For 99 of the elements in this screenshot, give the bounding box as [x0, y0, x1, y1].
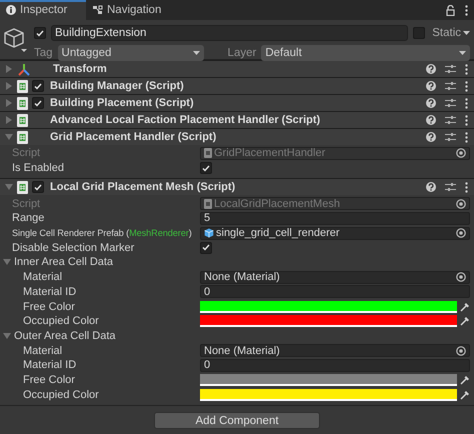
property-label: Material	[22, 271, 64, 284]
caret-icon	[463, 30, 470, 36]
object-picker-icon[interactable]	[456, 228, 466, 238]
number-field[interactable]: 0	[200, 285, 470, 298]
help-icon[interactable]	[426, 63, 436, 75]
static-dropdown[interactable]: Static	[432, 25, 470, 41]
component-title: Grid Placement Handler (Script)	[50, 131, 218, 143]
component-header[interactable]: Building Manager (Script)	[0, 78, 474, 94]
tag-label: Tag	[34, 47, 53, 59]
lock-icon[interactable]	[446, 4, 455, 16]
component-header[interactable]: Building Placement (Script)	[0, 95, 474, 111]
property-label: Occupied Color	[22, 388, 100, 401]
caret-icon	[192, 50, 200, 56]
help-icon[interactable]	[426, 181, 436, 194]
info-icon	[6, 5, 16, 15]
object-picker-icon	[456, 148, 466, 158]
component-header[interactable]: Advanced Local Faction Placement Handler (Script)	[0, 112, 474, 128]
help-icon[interactable]	[426, 80, 436, 92]
presets-icon[interactable]	[445, 80, 456, 92]
help-icon[interactable]	[426, 97, 436, 109]
property-label: Material ID	[22, 359, 78, 372]
number-field[interactable]: 5	[200, 212, 470, 225]
prefab-cube-icon	[204, 228, 214, 238]
more-options-icon[interactable]	[465, 114, 468, 126]
component-title: Building Placement (Script)	[50, 97, 195, 109]
object-field[interactable]: None (Material)	[200, 270, 470, 284]
name-field[interactable]: BuildingExtension	[51, 25, 408, 41]
color-swatch[interactable]	[200, 315, 457, 328]
add-component-button[interactable]: Add Component	[154, 412, 320, 429]
more-options-icon[interactable]	[465, 181, 468, 194]
color-swatch[interactable]	[200, 300, 457, 313]
more-options-icon[interactable]	[465, 4, 468, 16]
property-label: Material ID	[22, 286, 78, 298]
property-label: Script	[11, 198, 42, 210]
script-icon	[17, 80, 28, 92]
object-picker-icon	[456, 198, 466, 209]
static-checkbox[interactable]	[413, 27, 426, 39]
eyedropper-icon[interactable]	[460, 302, 470, 312]
caret-icon	[459, 50, 466, 56]
toggle-checkbox[interactable]	[200, 162, 212, 174]
eyedropper-icon[interactable]	[460, 390, 470, 400]
script-file-icon	[204, 148, 212, 158]
more-options-icon[interactable]	[465, 63, 468, 75]
foldout-header[interactable]: Outer Area Cell Data	[0, 328, 122, 343]
eyedropper-icon[interactable]	[460, 316, 470, 326]
foldout-header[interactable]: Inner Area Cell Data	[0, 255, 120, 270]
presets-icon[interactable]	[445, 131, 456, 143]
help-icon[interactable]	[426, 131, 436, 143]
script-icon	[17, 96, 28, 110]
presets-icon[interactable]	[445, 181, 456, 194]
number-field[interactable]: 0	[200, 358, 470, 372]
property-label: Is Enabled	[11, 162, 65, 174]
color-swatch[interactable]	[200, 374, 457, 386]
property-label: Free Color	[22, 374, 76, 386]
property-label: Material	[22, 344, 64, 357]
presets-icon[interactable]	[445, 97, 456, 109]
script-field: LocalGridPlacementMesh	[200, 197, 470, 210]
script-icon	[17, 114, 28, 126]
color-swatch[interactable]	[200, 388, 457, 401]
component-title: Building Manager (Script)	[50, 80, 185, 92]
more-options-icon[interactable]	[465, 131, 468, 143]
property-label: Script	[11, 147, 42, 160]
component-header[interactable]: Local Grid Placement Mesh (Script)	[0, 179, 474, 196]
component-title: Transform	[53, 63, 108, 75]
toggle-checkbox[interactable]	[200, 242, 212, 254]
object-field[interactable]: None (Material)	[200, 344, 470, 358]
enabled-checkbox[interactable]	[32, 181, 44, 194]
help-icon[interactable]	[426, 114, 436, 126]
enabled-checkbox[interactable]	[32, 80, 44, 92]
script-icon	[17, 180, 28, 194]
enabled-checkbox[interactable]	[32, 97, 44, 109]
property-label: Disable Selection Marker	[11, 242, 136, 254]
eyedropper-icon[interactable]	[460, 374, 470, 385]
component-header[interactable]: Transform	[0, 61, 474, 77]
transform-axes-icon	[17, 62, 31, 76]
object-picker-icon[interactable]	[456, 272, 466, 282]
more-options-icon[interactable]	[465, 97, 468, 109]
property-label: Range	[11, 212, 46, 224]
script-icon	[17, 130, 28, 144]
script-field: GridPlacementHandler	[200, 146, 470, 160]
component-title: Local Grid Placement Mesh (Script)	[50, 181, 236, 194]
more-options-icon[interactable]	[465, 80, 468, 92]
script-file-icon	[204, 198, 212, 209]
panel-tab[interactable]: Inspector	[0, 0, 86, 20]
active-checkbox[interactable]	[34, 27, 46, 39]
tag-dropdown[interactable]: Untagged	[58, 45, 204, 61]
layer-label: Layer	[228, 47, 256, 59]
layer-dropdown[interactable]: Default	[261, 45, 470, 61]
property-label: Single Cell Renderer Prefab (MeshRenderer)	[11, 228, 193, 238]
navigation-icon	[92, 5, 103, 15]
component-header[interactable]: Grid Placement Handler (Script)	[0, 129, 474, 145]
presets-icon[interactable]	[445, 114, 456, 126]
object-picker-icon[interactable]	[456, 346, 466, 356]
component-title: Advanced Local Faction Placement Handler (Script)	[50, 114, 322, 126]
panel-tab[interactable]: Navigation	[86, 0, 172, 20]
property-label: Occupied Color	[22, 315, 100, 328]
object-field[interactable]: single_grid_cell_renderer	[200, 226, 470, 240]
presets-icon[interactable]	[445, 63, 456, 75]
property-label: Free Color	[22, 300, 76, 313]
